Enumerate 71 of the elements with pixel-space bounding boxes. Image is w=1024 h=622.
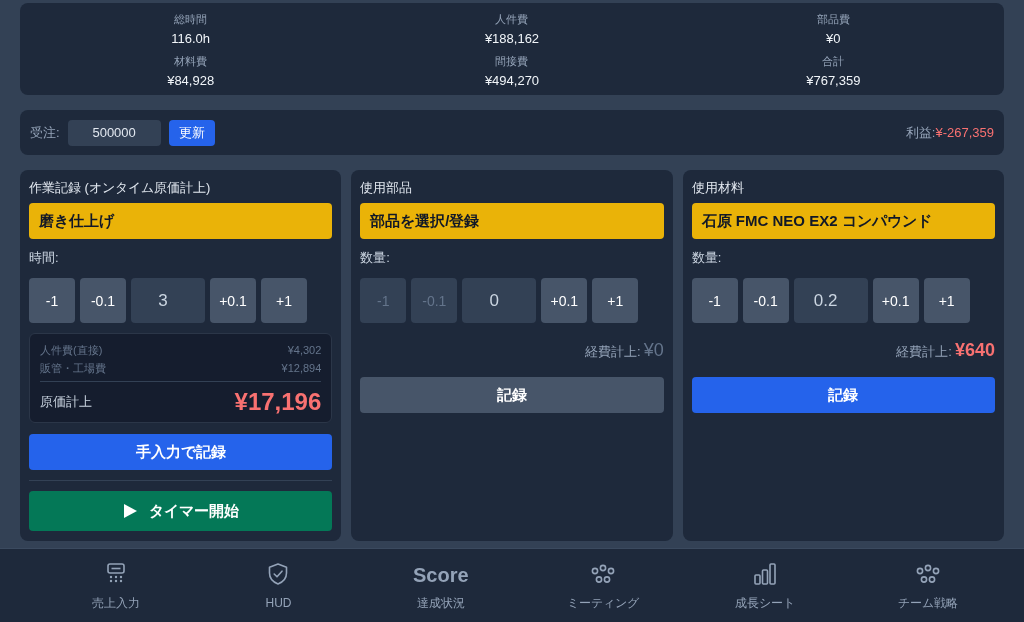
bar-chart-icon [754,563,777,585]
selector-button[interactable]: 磨き仕上げ [29,203,333,239]
stat-value: ¥84,928 [167,72,215,90]
stat-label: 合計 [822,54,845,69]
breakdown-label: 人件費(直接) [40,343,103,358]
stat-label: 材料費 [174,54,208,69]
panel-title: 使用部品 [360,179,413,197]
order-input[interactable]: 500000 [67,119,161,146]
stat-value: ¥0 [826,30,841,48]
step-button[interactable]: +0.1 [210,278,256,323]
profit-label: 利益: [905,123,936,142]
stat-label: 総時間 [174,12,208,27]
play-icon [122,504,137,518]
stat-value: ¥767,359 [806,72,861,90]
step-button[interactable]: -1 [29,278,75,323]
selector-button[interactable]: 石原 FMC NEO EX2 コンパウンド [691,203,995,239]
stat-label: 部品費 [816,12,850,27]
step-button[interactable]: +1 [923,278,970,323]
profit-value: ¥-267,359 [935,124,994,140]
update-button[interactable]: 更新 [168,119,215,146]
selector-button[interactable]: 部品を選択/登録 [360,203,664,239]
quantity-label: 数量: [691,250,722,266]
step-button[interactable]: +0.1 [872,278,919,323]
nav-label: ミーティング [567,596,640,611]
timer-start-button[interactable]: タイマー開始 [29,491,333,531]
step-button[interactable]: +0.1 [541,278,588,323]
step-button[interactable]: -1 [691,278,738,323]
nav-label: 成長シート [735,596,796,611]
nav-item[interactable]: 売上入力 [92,563,141,611]
nav-item[interactable]: Score 達成状況 [413,563,469,611]
total-value: ¥17,196 [234,388,322,416]
register-icon [106,563,127,585]
quantity-input[interactable]: 0.2 [793,278,868,323]
score-text: Score [413,563,469,587]
nav-item[interactable]: チーム戦略 [897,563,958,611]
total-label: 原価計上 [40,393,92,411]
nav-label: 売上入力 [92,596,141,611]
record-button[interactable]: 記録 [691,377,995,413]
expense-value: ¥640 [954,339,995,361]
stat-value: 116.0h [171,30,211,48]
step-button[interactable]: +1 [592,278,639,323]
breakdown-label: 販管・工場費 [40,361,106,376]
stat-label: 間接費 [495,54,529,69]
nav-label: チーム戦略 [897,596,958,611]
people-icon [591,563,616,585]
expense-label: 経費計上: [896,343,952,361]
expense-label: 経費計上: [585,343,641,361]
quantity-label: 時間: [29,250,59,266]
panel-title: 作業記録 (オンタイム原価計上) [29,179,211,197]
breakdown-value: ¥4,302 [287,343,322,358]
nav-item[interactable]: 成長シート [735,563,796,611]
step-button[interactable]: -0.1 [742,278,789,323]
nav-label: 達成状況 [416,596,465,611]
stat-value: ¥188,162 [484,30,540,48]
step-button[interactable]: +1 [261,278,307,323]
quantity-label: 数量: [360,250,390,266]
expense-value: ¥0 [643,339,664,361]
stat-value: ¥494,270 [484,72,540,90]
quantity-input[interactable]: 3 [131,278,205,323]
shield-check-icon [268,563,289,585]
order-label: 受注: [30,123,60,142]
nav-label: HUD [265,596,292,611]
people-icon [915,563,940,585]
manual-record-button[interactable]: 手入力で記録 [29,434,333,470]
panel-title: 使用材料 [691,179,744,197]
step-button[interactable]: -0.1 [80,278,126,323]
breakdown-value: ¥12,894 [281,361,322,376]
quantity-input[interactable]: 0 [462,278,537,323]
nav-item[interactable]: HUD [265,563,292,611]
nav-item[interactable]: ミーティング [567,563,640,611]
stat-label: 人件費 [495,12,529,27]
